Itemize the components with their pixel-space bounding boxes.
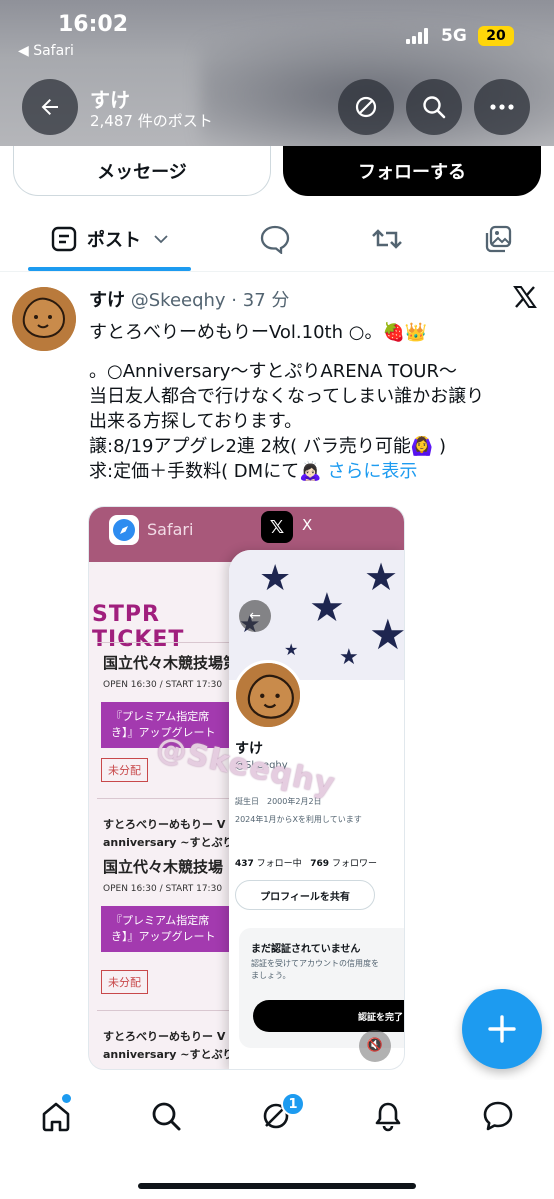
ticket-event: anniversary ~すとぷり: [103, 836, 234, 849]
verify-title: まだ認証されていません: [251, 944, 361, 955]
grok-button[interactable]: [338, 79, 394, 135]
verify-complete-button: 認証を完了: [253, 1000, 404, 1032]
profile-card-joined: 2024年1月からXを利用しています: [235, 815, 362, 824]
home-icon: [42, 1102, 70, 1132]
reply-icon: [260, 225, 290, 254]
post-author-handle[interactable]: @Skeeqhy: [131, 290, 226, 311]
ticket-upgrade-text: き】』アップグレート: [111, 930, 216, 943]
grok-notification-badge: 1: [281, 1092, 305, 1116]
profile-card-follow-stats: 437 フォロー中 769 フォロワー: [235, 856, 377, 869]
ticket-upgrade-text: 『プレミアム指定席: [111, 710, 210, 723]
post-author-name[interactable]: すけ: [89, 290, 125, 311]
mute-icon: 🔇: [359, 1030, 391, 1062]
search-icon: [423, 96, 446, 119]
followers-count: 769: [310, 859, 330, 869]
bottom-nav: [0, 1080, 554, 1199]
back-to-safari-link[interactable]: ◀ Safari: [18, 43, 74, 59]
repost-icon: [372, 229, 402, 249]
ticket-status-tag: 未分配: [101, 970, 148, 994]
plus-icon: [488, 1015, 516, 1043]
more-button[interactable]: [474, 79, 530, 135]
ticket-open-time: OPEN 16:30 / START 17:30: [103, 884, 223, 894]
safari-card-label: Safari: [147, 520, 194, 539]
tab-replies[interactable]: [250, 208, 300, 270]
x-app-icon: 𝕏: [261, 511, 293, 543]
post-text-line: 。○Anniversary〜すとぷりARENA TOUR〜: [89, 361, 457, 382]
ticket-upgrade-text: 『プレミアム指定席: [111, 914, 210, 927]
nav-notifications[interactable]: [368, 1096, 408, 1136]
nav-messages[interactable]: [478, 1096, 518, 1136]
post-text-line: すとろべりーめもりーVol.10th ○。🍓👑: [89, 322, 428, 343]
show-more-link[interactable]: さらに表示: [327, 461, 417, 482]
tab-posts[interactable]: ポスト: [28, 208, 192, 270]
grok-icon: [355, 96, 377, 118]
post-text-line: 求:定価＋手数料( DMにて🙇🏻‍♀️: [89, 461, 328, 482]
signal-icon: [406, 28, 432, 44]
tab-posts-label: ポスト: [87, 230, 141, 251]
ticket-upgrade-box: 『プレミアム指定席 き】』アップグレート: [101, 906, 239, 952]
search-icon: [152, 1102, 181, 1131]
post-text-line: 当日友人都合で行けなくなってしまい誰かお譲り: [89, 386, 485, 407]
ticket-venue: 国立代々木競技場: [103, 858, 224, 876]
ticket-event: anniversary ~すとぷり: [103, 1048, 234, 1061]
safari-compass-icon: [109, 515, 139, 545]
more-icon: [490, 104, 514, 110]
post-header: すけ @Skeeqhy · 37 分: [89, 290, 290, 311]
verify-desc-line: ましょう。: [251, 971, 291, 980]
following-label: フォロー中: [256, 859, 302, 869]
status-time: 16:02: [58, 12, 129, 37]
header-profile-name: すけ: [90, 88, 130, 112]
avatar-doodle-icon: [12, 287, 76, 351]
ticket-event: すとろべりーめもりー V: [103, 1030, 226, 1043]
followers-label: フォロワー: [331, 859, 377, 869]
post-text-line: 出来る方探しております。: [89, 411, 303, 432]
chat-bubble-icon: [483, 1101, 513, 1131]
post-media-image[interactable]: Safari STPR TICKET 国立代々木競技場第 OPEN 16:30 …: [88, 506, 405, 1070]
header-post-count: 2,487 件のポスト: [90, 112, 213, 130]
status-bar: 16:02 ◀ Safari 5G 20: [0, 0, 554, 70]
post-avatar[interactable]: [12, 287, 76, 351]
battery-icon: 20: [478, 26, 514, 46]
home-unread-dot: [62, 1094, 71, 1103]
posts-icon: [51, 226, 77, 252]
profile-card-share-button: プロフィールを共有: [235, 880, 375, 910]
verify-description: 認証を受けてアカウントの信用度を ましょう。: [251, 958, 379, 982]
following-count: 437: [235, 859, 254, 869]
post-text: すとろべりーめもりーVol.10th ○。🍓👑 。○Anniversary〜すとぷ…: [89, 320, 484, 484]
home-indicator[interactable]: [138, 1183, 416, 1189]
profile-tabs: ポスト: [0, 208, 554, 272]
profile-card-back-icon: ←: [239, 600, 271, 632]
active-tab-indicator: [28, 267, 191, 271]
message-button[interactable]: メッセージ: [13, 146, 271, 196]
media-icon: [485, 225, 512, 253]
network-type: 5G: [441, 26, 467, 46]
tab-media[interactable]: [473, 208, 523, 270]
x-profile-card: ★ ★ ★ ★ ★ ★ ★ ← すけ @Skeeqhy 誕生日 2000年2月2…: [229, 550, 404, 1069]
nav-search[interactable]: [146, 1096, 186, 1136]
ticket-page: STPR TICKET 国立代々木競技場第 OPEN 16:30 / START…: [89, 562, 239, 1069]
ticket-open-time: OPEN 16:30 / START 17:30: [103, 680, 223, 690]
chevron-down-icon: [154, 235, 168, 244]
post-text-line: 譲:8/19アプグレ2連 2枚( バラ売り可能🙆‍♀️ ): [89, 436, 447, 457]
back-button[interactable]: [22, 79, 78, 135]
post-time: 37 分: [242, 290, 290, 311]
x-app-label: X: [302, 516, 313, 534]
bell-icon: [375, 1102, 401, 1132]
profile-card-avatar: [233, 660, 303, 730]
x-logo-icon: [512, 284, 538, 314]
nav-home[interactable]: [36, 1096, 76, 1136]
ticket-venue: 国立代々木競技場第: [103, 654, 239, 672]
ticket-title: STPR TICKET: [92, 602, 185, 652]
search-button[interactable]: [406, 79, 462, 135]
arrow-left-icon: [41, 99, 58, 115]
follow-button[interactable]: フォローする: [283, 146, 541, 196]
verify-desc-line: 認証を受けてアカウントの信用度を: [251, 959, 379, 968]
ticket-event: すとろべりーめもりー V: [103, 818, 226, 831]
ticket-status-tag: 未分配: [101, 758, 148, 782]
tab-reposts[interactable]: [362, 208, 412, 270]
compose-post-button[interactable]: [462, 989, 542, 1069]
